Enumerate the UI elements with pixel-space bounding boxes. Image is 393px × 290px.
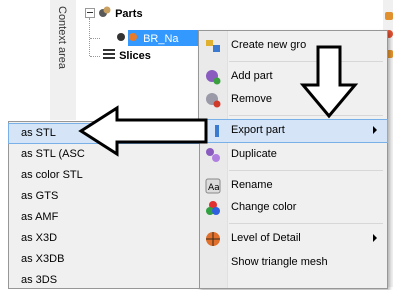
parts-expander[interactable] [85, 8, 95, 18]
menu-item-show-triangle-mesh[interactable]: Show triangle mesh [199, 252, 387, 274]
submenu-item-label: as STL (ASC [21, 148, 85, 160]
submenu-item-label: as X3DB [21, 253, 65, 265]
tree-node-parts[interactable]: Parts [98, 5, 143, 21]
parts-icon [99, 6, 111, 17]
menu-item-label: Add part [231, 70, 273, 82]
export-icon [215, 125, 219, 137]
submenu-item-label: as color STL [21, 169, 83, 181]
menu-item-rename[interactable]: Aa Rename [199, 175, 387, 197]
menu-item-label: Level of Detail [231, 232, 301, 244]
submenu-item-label: as STL [21, 127, 56, 139]
menu-item-label: Remove [231, 93, 272, 105]
menu-separator [229, 223, 383, 224]
part-icon [117, 33, 137, 41]
lod-icon [206, 232, 220, 246]
menu-item-change-color[interactable]: Change color [199, 197, 387, 219]
status-icon [385, 12, 393, 20]
context-area-label: Context area [56, 6, 68, 69]
menu-item-export-part[interactable]: Export part [198, 119, 388, 143]
menu-separator [229, 170, 383, 171]
add-part-icon [206, 70, 221, 85]
menu-item-duplicate[interactable]: Duplicate [199, 144, 387, 166]
remove-icon [206, 93, 221, 108]
submenu-item-as-color-stl[interactable]: as color STL [9, 166, 199, 185]
menu-item-label: Create new gro [231, 39, 307, 51]
menu-separator [229, 61, 383, 62]
submenu-item-as-stl[interactable]: as STL [8, 123, 200, 144]
submenu-item-as-x3db[interactable]: as X3DB [9, 250, 199, 269]
submenu-item-label: as GTS [21, 190, 59, 202]
menu-separator [229, 115, 383, 116]
submenu-item-as-3ds[interactable]: as 3DS [9, 271, 199, 290]
rename-icon: Aa [205, 178, 221, 194]
export-submenu: as STL as STL (ASC as color STL as GTS a… [8, 121, 200, 289]
tree-node-slices-label: Slices [119, 50, 151, 62]
create-group-icon [206, 40, 220, 52]
menu-item-label: Rename [231, 179, 273, 191]
submenu-arrow-icon [373, 234, 377, 242]
menu-item-create-group[interactable]: Create new gro [199, 35, 387, 57]
tree-connector [89, 18, 90, 56]
menu-item-label: Duplicate [231, 148, 277, 160]
context-menu: Create new gro Add part Remove Export pa… [198, 30, 388, 289]
menu-item-level-of-detail[interactable]: Level of Detail [199, 228, 387, 250]
change-color-icon [206, 201, 220, 215]
tree-node-br-na-label: BR_Na [143, 33, 179, 45]
context-area-tab[interactable]: Context area [50, 0, 77, 120]
submenu-item-as-gts[interactable]: as GTS [9, 187, 199, 206]
svg-text:Aa: Aa [208, 183, 220, 193]
submenu-arrow-icon [373, 126, 377, 134]
menu-item-add-part[interactable]: Add part [199, 66, 387, 88]
slices-icon [103, 49, 115, 59]
submenu-item-as-x3d[interactable]: as X3D [9, 229, 199, 248]
tree-node-parts-label: Parts [115, 8, 143, 20]
submenu-item-as-amf[interactable]: as AMF [9, 208, 199, 227]
submenu-item-label: as AMF [21, 211, 59, 223]
tree-connector [90, 56, 100, 57]
menu-item-label: Show triangle mesh [231, 256, 328, 268]
menu-item-remove[interactable]: Remove [199, 89, 387, 111]
tree-connector [90, 38, 100, 39]
duplicate-icon [206, 148, 220, 162]
tree-node-slices[interactable]: Slices [102, 48, 151, 64]
submenu-item-label: as X3D [21, 232, 58, 244]
menu-item-label: Change color [231, 201, 297, 213]
submenu-item-label: as 3DS [21, 274, 58, 286]
submenu-item-as-stl-ascii[interactable]: as STL (ASC [9, 145, 199, 164]
tree-node-br-na[interactable]: BR_Na [116, 30, 179, 46]
menu-item-label: Export part [231, 124, 285, 136]
